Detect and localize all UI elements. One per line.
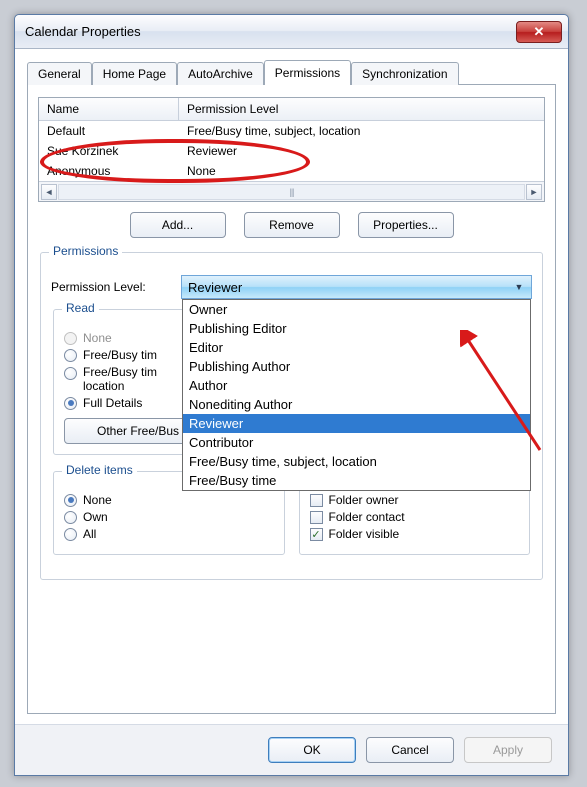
cancel-button[interactable]: Cancel [366,737,454,763]
properties-button[interactable]: Properties... [358,212,454,238]
permission-level-dropdown: Owner Publishing Editor Editor Publishin… [182,299,531,491]
permissions-table: Name Permission Level Default Free/Busy … [38,97,545,202]
permissions-group: Permissions Permission Level: Reviewer ▼… [40,252,543,580]
scroll-track[interactable] [58,184,525,200]
titlebar[interactable]: Calendar Properties ✕ [15,15,568,49]
radio-icon [64,494,77,507]
table-row[interactable]: Default Free/Busy time, subject, locatio… [39,121,544,141]
permissions-panel: Name Permission Level Default Free/Busy … [27,84,556,714]
other-folder-visible[interactable]: ✓ Folder visible [310,527,520,541]
delete-option-own[interactable]: Own [64,510,274,524]
checkbox-label: Folder owner [329,493,399,507]
dialog-body: General Home Page AutoArchive Permission… [15,49,568,724]
combo-option[interactable]: Free/Busy time, subject, location [183,452,530,471]
add-button[interactable]: Add... [130,212,226,238]
delete-legend: Delete items [62,463,137,477]
row-level: Free/Busy time, subject, location [179,123,544,139]
permission-level-label: Permission Level: [51,280,181,294]
combo-selected-text: Reviewer [188,280,242,295]
radio-label: Free/Busy tim [83,348,157,362]
other-folder-contact[interactable]: Folder contact [310,510,520,524]
remove-button[interactable]: Remove [244,212,340,238]
row-name: Default [39,123,179,139]
tab-general[interactable]: General [27,62,92,85]
table-rows: Default Free/Busy time, subject, locatio… [39,121,544,181]
radio-icon [64,511,77,524]
combo-option[interactable]: Reviewer [183,414,530,433]
scroll-left-icon[interactable]: ◄ [41,184,57,200]
col-header-level[interactable]: Permission Level [179,98,544,120]
permissions-legend: Permissions [49,244,122,258]
permission-level-combo[interactable]: Reviewer ▼ Owner Publishing Editor Edito… [181,275,532,299]
radio-label: None [83,331,112,345]
permission-level-row: Permission Level: Reviewer ▼ Owner Publi… [51,275,532,299]
combo-option[interactable]: Publishing Author [183,357,530,376]
close-button[interactable]: ✕ [516,21,562,43]
checkbox-label: Folder contact [329,510,405,524]
table-button-row: Add... Remove Properties... [38,212,545,238]
radio-label: Full Details [83,396,142,410]
chevron-down-icon: ▼ [511,278,527,296]
radio-icon [64,528,77,541]
tab-strip: General Home Page AutoArchive Permission… [27,60,556,85]
checkbox-icon [310,494,323,507]
checkbox-label: Folder visible [329,527,400,541]
apply-button: Apply [464,737,552,763]
window-title: Calendar Properties [25,24,516,39]
radio-label: Own [83,510,108,524]
table-scrollbar[interactable]: ◄ ► [39,181,544,201]
table-row[interactable]: Anonymous None [39,161,544,181]
row-level: None [179,163,544,179]
combo-option[interactable]: Editor [183,338,530,357]
combo-option[interactable]: Publishing Editor [183,319,530,338]
table-row[interactable]: Sue Korzinek Reviewer [39,141,544,161]
scroll-right-icon[interactable]: ► [526,184,542,200]
radio-icon [64,367,77,380]
other-folder-owner[interactable]: Folder owner [310,493,520,507]
radio-label: None [83,493,112,507]
tab-synchronization[interactable]: Synchronization [351,62,458,85]
table-header: Name Permission Level [39,98,544,121]
radio-icon [64,349,77,362]
close-icon: ✕ [534,24,545,40]
tab-home-page[interactable]: Home Page [92,62,177,85]
calendar-properties-dialog: Calendar Properties ✕ General Home Page … [14,14,569,776]
combo-option[interactable]: Free/Busy time [183,471,530,490]
delete-option-all[interactable]: All [64,527,274,541]
read-legend: Read [62,301,99,315]
combo-option[interactable]: Author [183,376,530,395]
row-level: Reviewer [179,143,544,159]
radio-icon [64,397,77,410]
tab-permissions[interactable]: Permissions [264,60,351,85]
combo-option[interactable]: Owner [183,300,530,319]
row-name: Sue Korzinek [39,143,179,159]
row-name: Anonymous [39,163,179,179]
delete-option-none[interactable]: None [64,493,274,507]
radio-label: All [83,527,96,541]
col-header-name[interactable]: Name [39,98,179,120]
checkbox-icon [310,511,323,524]
tab-autoarchive[interactable]: AutoArchive [177,62,264,85]
combo-option[interactable]: Nonediting Author [183,395,530,414]
ok-button[interactable]: OK [268,737,356,763]
combo-option[interactable]: Contributor [183,433,530,452]
radio-icon [64,332,77,345]
dialog-footer: OK Cancel Apply [15,724,568,775]
checkbox-icon: ✓ [310,528,323,541]
radio-label: Free/Busy tim location [83,365,157,393]
